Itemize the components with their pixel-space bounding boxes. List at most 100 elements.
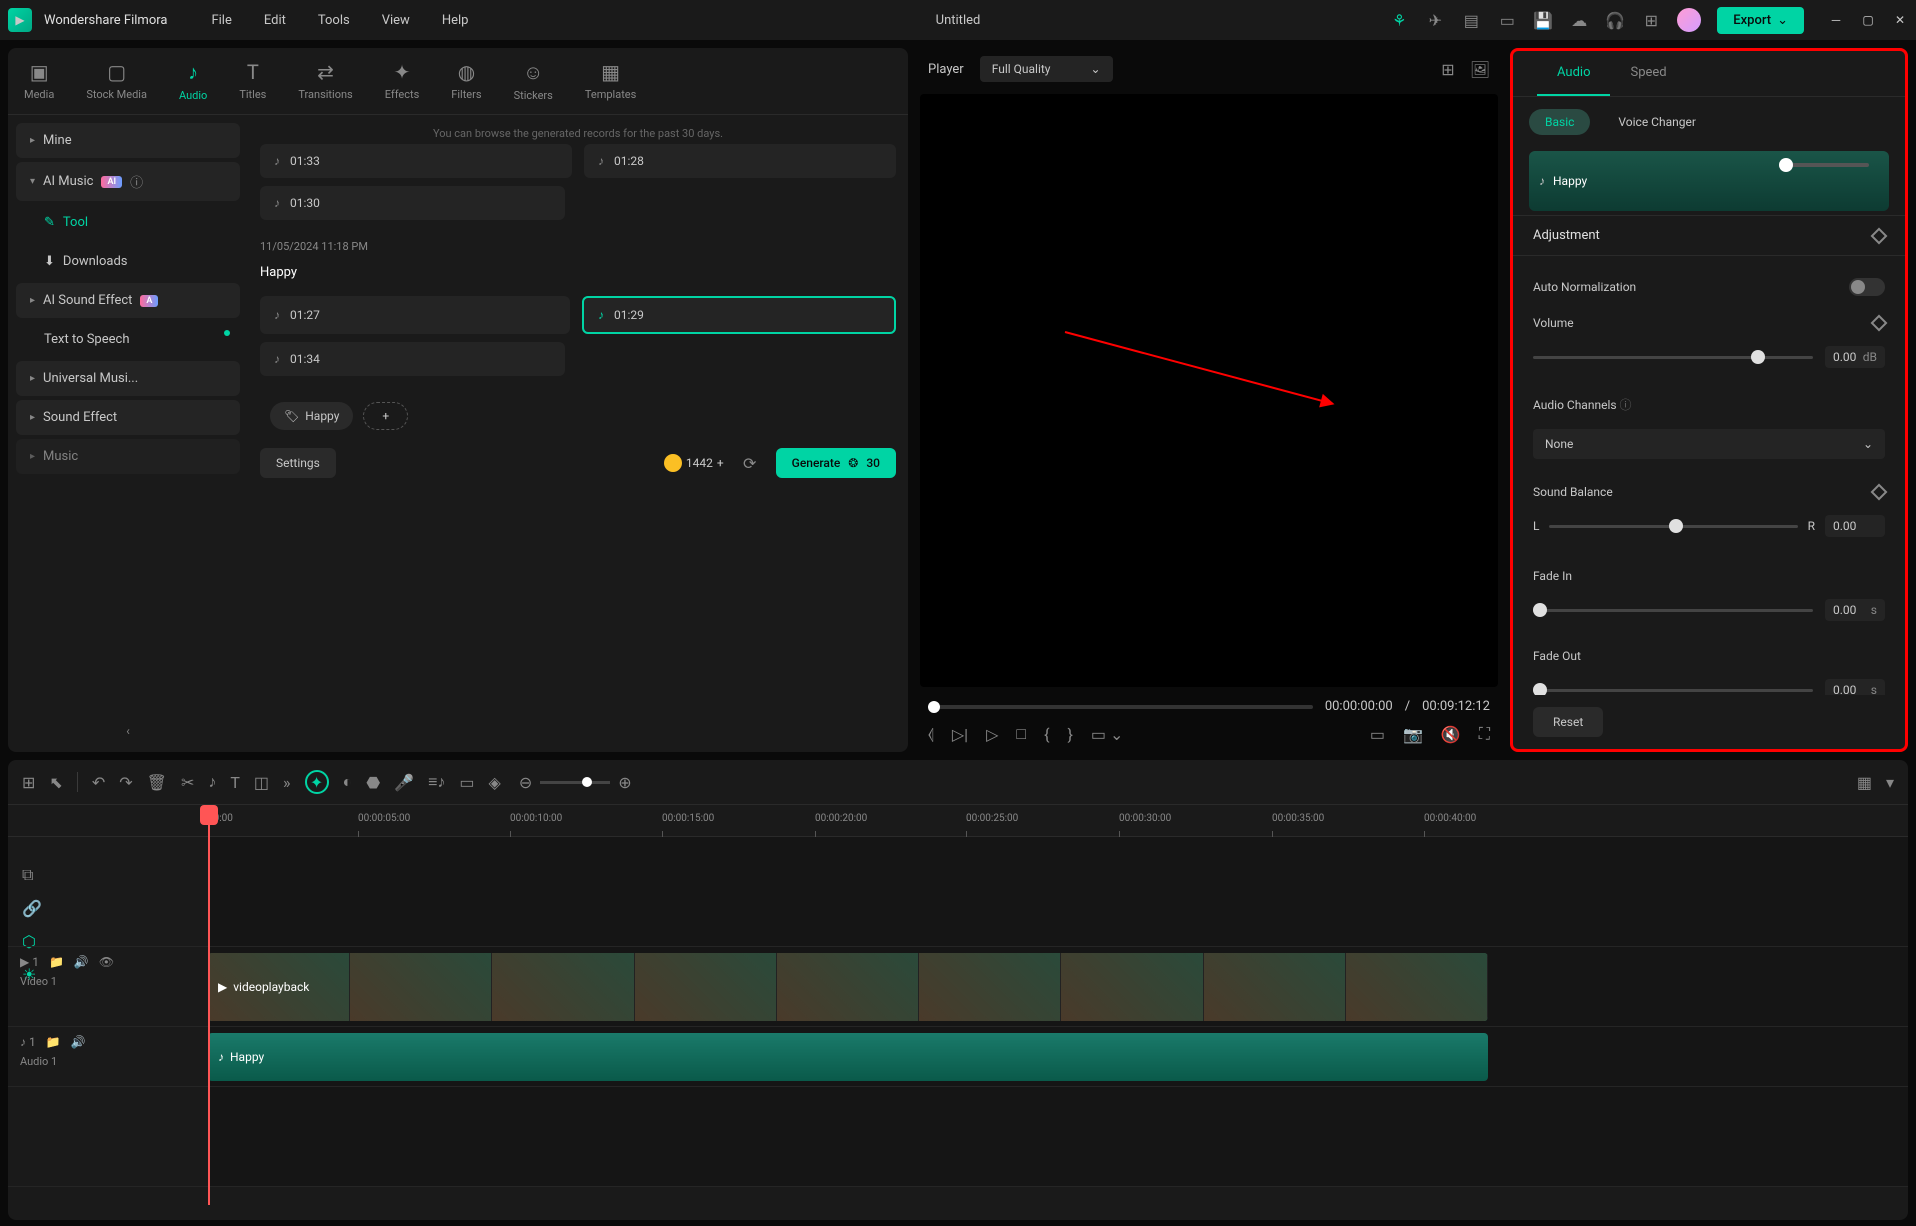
tab-audio-props[interactable]: Audio [1537,51,1610,96]
credits-display[interactable]: 1442 + [664,454,724,472]
undo-button[interactable]: ↶ [92,773,105,792]
stop-button[interactable]: □ [1016,724,1026,744]
menu-help[interactable]: Help [442,13,469,28]
volume-slider[interactable] [1533,356,1813,359]
video-clip[interactable]: ▶videoplayback [208,953,1488,1021]
delete-button[interactable]: 🗑 [147,773,167,792]
tab-effects[interactable]: ✦Effects [385,60,420,102]
pointer-tool[interactable]: ⬉ [49,773,62,792]
audio-tool[interactable]: ♪ [208,772,216,792]
sidebar-ai-music[interactable]: ▾AI MusicAIⓘ [16,162,240,201]
tab-media[interactable]: ▣Media [24,60,54,102]
tab-filters[interactable]: ◍Filters [451,60,481,102]
channels-dropdown[interactable]: None⌄ [1533,429,1885,459]
minimize-button[interactable]: ─ [1828,12,1844,28]
close-button[interactable]: ✕ [1892,12,1908,28]
monitor-icon[interactable]: ▭ [1497,10,1517,30]
add-tag-button[interactable]: + [363,402,408,430]
selection-tool[interactable]: ⊞ [22,773,35,792]
zoom-in-button[interactable]: ⊕ [618,773,631,792]
headphones-icon[interactable]: 🎧 [1605,10,1625,30]
volume-keyframe-button[interactable] [1871,315,1888,332]
mute-track-icon[interactable]: 🔊 [74,955,89,969]
video-preview[interactable] [920,94,1498,687]
audio-clip[interactable]: ♪01:27 [260,296,570,334]
tab-speed-props[interactable]: Speed [1610,51,1686,96]
audio-clip[interactable]: ♪Happy [208,1033,1488,1081]
display-icon[interactable]: ▭ [1370,725,1385,744]
refresh-icon[interactable]: ⟳ [740,453,760,473]
audio-clip[interactable]: ♪01:28 [584,144,896,178]
fade-out-slider[interactable] [1533,689,1813,692]
sidebar-mine[interactable]: ▸Mine [16,123,240,158]
ratio-dropdown[interactable]: ▭ ⌄ [1091,725,1124,744]
scrub-slider[interactable] [928,705,1313,709]
snapshot-button[interactable]: 📷 [1403,725,1423,744]
ai-tool[interactable]: ✦ [305,770,329,794]
waveform-zoom-slider[interactable] [1779,163,1869,167]
folder-icon[interactable]: 📁 [46,1035,61,1049]
mute-button[interactable]: 🔇 [1441,725,1461,744]
sidebar-text-to-speech[interactable]: Text to Speech [16,322,240,357]
audio-clip[interactable]: ♪01:30 [260,186,565,220]
sidebar-sound-effect[interactable]: ▸Sound Effect [16,400,240,435]
fade-in-value[interactable]: 0.00s [1825,599,1885,621]
fade-out-value[interactable]: 0.00s [1825,679,1885,695]
tag-happy[interactable]: 🏷Happy [270,402,353,430]
folder-icon[interactable]: 📁 [49,955,64,969]
tab-stock-media[interactable]: ▢Stock Media [86,60,147,102]
quality-dropdown[interactable]: Full Quality⌄ [980,56,1113,82]
redo-button[interactable]: ↷ [119,773,132,792]
mic-tool[interactable]: 🎤 [394,773,414,792]
add-credits-icon[interactable]: + [717,456,724,470]
apps-icon[interactable]: ⊞ [1641,10,1661,30]
collapse-sidebar-button[interactable]: ‹ [120,718,136,744]
audio-clip[interactable]: ♪01:33 [260,144,572,178]
mute-track-icon[interactable]: 🔊 [71,1035,86,1049]
visibility-icon[interactable]: 👁 [99,955,114,969]
balance-value[interactable]: 0.00 [1825,515,1885,537]
more-tools[interactable]: » [283,773,291,792]
subtab-basic[interactable]: Basic [1529,109,1590,135]
balance-keyframe-button[interactable] [1871,484,1888,501]
generate-button[interactable]: Generate ❂ 30 [776,448,896,478]
maximize-button[interactable]: ▢ [1860,12,1876,28]
sidebar-universal-music[interactable]: ▸Universal Musi... [16,361,240,396]
subtab-voice-changer[interactable]: Voice Changer [1602,109,1712,135]
text-tool[interactable]: T [230,773,240,792]
tab-templates[interactable]: ▦Templates [585,60,636,102]
menu-tools[interactable]: Tools [318,13,350,28]
prev-frame-button[interactable]: ⦉ [928,724,934,744]
zoom-out-button[interactable]: ⊖ [519,773,532,792]
export-button[interactable]: Export⌄ [1717,7,1804,34]
mark-in-button[interactable]: { [1044,725,1049,744]
audio-mix-tool[interactable]: ≡♪ [428,772,445,792]
marker-tool[interactable]: ⬣ [366,773,380,792]
fade-in-slider[interactable] [1533,609,1813,612]
avatar-icon[interactable] [1677,8,1701,32]
tab-transitions[interactable]: ⇄Transitions [298,60,352,102]
timeline-ruler[interactable]: 00:00 00:00:05:00 00:00:10:00 00:00:15:0… [8,805,1908,837]
timeline-options[interactable]: ▾ [1886,773,1894,792]
timeline-view-button[interactable]: ▦ [1857,773,1872,792]
send-icon[interactable]: ✈ [1425,10,1445,30]
menu-view[interactable]: View [382,13,410,28]
tab-stickers[interactable]: ☺Stickers [514,60,553,102]
record-tool[interactable]: ▭ [459,773,474,792]
color-tool[interactable]: ◐ [343,772,353,792]
sidebar-music[interactable]: ▸Music [16,439,240,474]
save-icon[interactable]: 💾 [1533,10,1553,30]
gift-icon[interactable]: ⚘ [1389,10,1409,30]
audio-clip[interactable]: ♪01:34 [260,342,565,376]
menu-file[interactable]: File [211,13,231,28]
tab-titles[interactable]: TTitles [239,60,266,102]
balance-slider[interactable] [1549,525,1797,528]
library-icon[interactable]: ▤ [1461,10,1481,30]
volume-value[interactable]: 0.00dB [1825,346,1885,368]
sidebar-ai-sound-effect[interactable]: ▸AI Sound EffectA [16,283,240,318]
auto-normalize-toggle[interactable] [1849,278,1885,296]
menu-edit[interactable]: Edit [264,13,286,28]
audio-clip-selected[interactable]: ♪01:29 [582,296,896,334]
play-in-button[interactable]: ▷| [952,725,968,744]
fullscreen-button[interactable]: ⛶ [1479,724,1490,744]
